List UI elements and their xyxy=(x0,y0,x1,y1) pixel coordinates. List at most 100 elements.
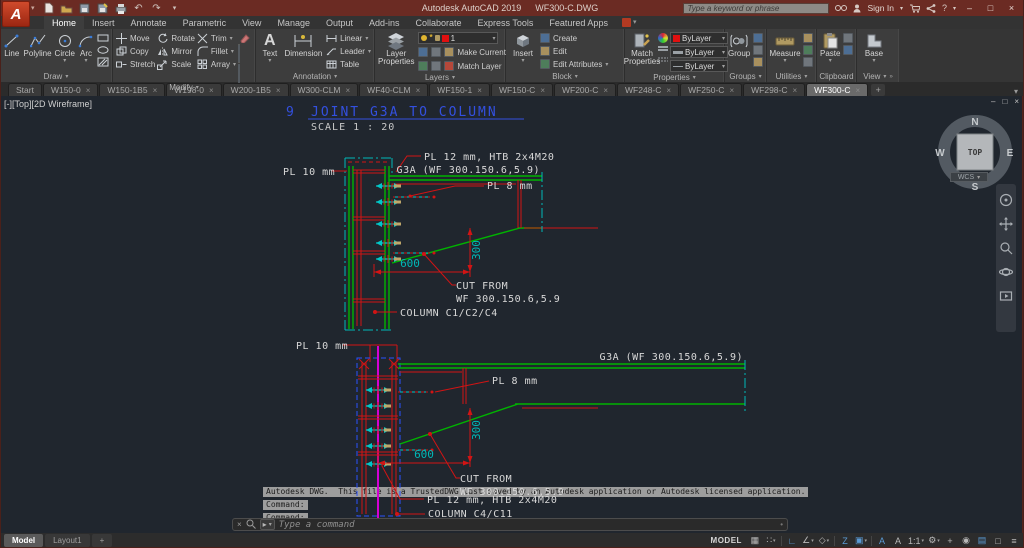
text-caret-icon[interactable]: ▾ xyxy=(268,58,271,64)
edit-block-button[interactable]: Edit xyxy=(540,45,608,57)
copy-button[interactable]: Copy xyxy=(116,45,155,57)
ribbon-tab-home[interactable]: Home xyxy=(44,16,85,29)
polar-tracking-icon[interactable]: ∠ ▾ xyxy=(802,535,814,547)
graphics-performance-icon[interactable]: ▤ xyxy=(976,535,988,547)
polyline-button[interactable]: Polyline xyxy=(24,31,52,58)
save-as-icon[interactable] xyxy=(96,2,109,14)
measure-button[interactable]: Measure ▾ xyxy=(769,31,801,65)
ribbon-tab-output[interactable]: Output xyxy=(318,16,361,29)
annotation-monitor-icon[interactable]: + xyxy=(944,535,956,547)
panel-label-view[interactable]: View ▾» xyxy=(857,71,899,82)
layer-properties-button[interactable]: Layer Properties xyxy=(378,31,414,67)
annotation-visibility-icon[interactable]: A xyxy=(876,535,888,547)
app-logo-icon[interactable]: A xyxy=(2,1,30,27)
viewcube-south[interactable]: S xyxy=(972,182,979,193)
doc-tab-w150-0[interactable]: W150-0 × xyxy=(42,83,99,96)
scale-button[interactable]: Scale xyxy=(157,58,195,70)
save-icon[interactable] xyxy=(78,2,91,14)
snap-mode-icon[interactable]: ∷ ▾ xyxy=(765,535,777,547)
ribbon-tab-view[interactable]: View xyxy=(234,16,269,29)
object-snap-tracking-icon[interactable]: Z xyxy=(839,535,851,547)
explode-icon[interactable] xyxy=(238,44,250,63)
showmotion-icon[interactable] xyxy=(999,288,1014,303)
quick-select-icon[interactable] xyxy=(803,33,813,43)
lineweight-list-icon[interactable] xyxy=(658,46,668,54)
doc-tab-start[interactable]: Start xyxy=(8,83,42,96)
group-button[interactable]: Group xyxy=(728,31,750,58)
move-button[interactable]: Move xyxy=(116,32,155,44)
viewcube-top-face[interactable]: TOP xyxy=(968,148,983,157)
customization-menu-icon[interactable]: ≡ xyxy=(1008,535,1020,547)
panel-label-utilities[interactable]: Utilities ▾ xyxy=(767,71,816,82)
new-file-icon[interactable] xyxy=(42,2,55,14)
panel-label-groups[interactable]: Groups ▾ xyxy=(725,71,766,82)
rotate-button[interactable]: Rotate xyxy=(157,32,195,44)
viewcube-east[interactable]: E xyxy=(1007,148,1014,159)
doc-tab-wf150-c[interactable]: WF150-C × xyxy=(490,83,553,96)
paste-button[interactable]: Paste ▾ xyxy=(820,31,840,65)
redo-icon[interactable]: ↷ xyxy=(150,2,163,14)
panel-label-properties[interactable]: Properties ▾ xyxy=(625,72,724,82)
model-tab[interactable]: Model xyxy=(4,534,44,547)
panel-label-draw[interactable]: Draw ▾ xyxy=(0,71,112,82)
viewcube-north[interactable]: N xyxy=(971,117,978,128)
doc-tab-w300-clm[interactable]: W300-CLM × xyxy=(289,83,359,96)
hatch-icon[interactable] xyxy=(97,57,109,67)
new-layout-button[interactable]: + xyxy=(91,534,113,547)
plot-icon[interactable] xyxy=(114,2,127,14)
point-id-icon[interactable] xyxy=(803,57,813,67)
ribbon-tab-insert[interactable]: Insert xyxy=(84,16,123,29)
panel-label-modify[interactable]: Modify ▾ xyxy=(113,83,255,92)
base-button[interactable]: Base ▾ xyxy=(860,31,888,65)
sign-in-caret-icon[interactable]: ▾ xyxy=(900,5,903,12)
app-store-icon[interactable] xyxy=(909,4,920,13)
share-icon[interactable] xyxy=(926,3,936,13)
annotation-autoscale-icon[interactable]: A xyxy=(892,535,904,547)
ellipse-icon[interactable] xyxy=(97,45,109,55)
stretch-button[interactable]: Stretch xyxy=(116,58,155,70)
ribbon-tab-collaborate[interactable]: Collaborate xyxy=(408,16,470,29)
doc-tab-wf300-c[interactable]: WF300-C × xyxy=(806,83,869,96)
text-button[interactable]: A Text ▾ xyxy=(259,31,281,65)
drawing-canvas[interactable]: [-][Top][2D Wireframe] – □ × Autodesk DW… xyxy=(0,96,1024,533)
ribbon-tab-manage[interactable]: Manage xyxy=(269,16,318,29)
arc-button[interactable]: Arc ▾ xyxy=(78,31,94,65)
table-button[interactable]: Table xyxy=(326,58,371,70)
help-caret-icon[interactable]: ▾ xyxy=(953,5,956,12)
ungroup-icon[interactable] xyxy=(753,33,764,43)
window-maximize-button[interactable]: □ xyxy=(983,2,998,14)
doc-tab-wf298-c[interactable]: WF298-C × xyxy=(743,83,806,96)
panel-label-block[interactable]: Block ▾ xyxy=(506,71,624,82)
workspace-switching-icon[interactable]: ⚙ ▾ xyxy=(928,535,940,547)
match-layer-button[interactable]: Match Layer xyxy=(418,60,505,72)
doc-tab-wf150-1[interactable]: WF150-1 × xyxy=(429,83,490,96)
edit-attributes-button[interactable]: Edit Attributes ▾ xyxy=(540,58,608,70)
qat-customize-caret-icon[interactable]: ▾ xyxy=(168,2,181,14)
ribbon-tab-featured-apps[interactable]: Featured Apps xyxy=(541,16,616,29)
isodraft-icon[interactable]: ◇ ▾ xyxy=(818,535,830,547)
panel-label-clipboard[interactable]: Clipboard xyxy=(817,71,856,82)
help-icon[interactable]: ? xyxy=(942,3,947,13)
command-prompt-icon[interactable]: ▸ ▾ xyxy=(259,519,275,530)
doc-tab-wf40-clm[interactable]: WF40-CLM × xyxy=(359,83,429,96)
viewcube-west[interactable]: W xyxy=(935,148,945,159)
object-color-select[interactable]: ByLayer ▾ xyxy=(670,32,728,44)
app-menu-caret-icon[interactable]: ▾ xyxy=(31,4,35,12)
leader-button[interactable]: Leader ▾ xyxy=(326,45,371,57)
undo-icon[interactable]: ↶ xyxy=(132,2,145,14)
ribbon-tab-annotate[interactable]: Annotate xyxy=(123,16,175,29)
window-close-button[interactable]: × xyxy=(1004,2,1019,14)
group-edit-icon[interactable] xyxy=(753,45,764,55)
circle-caret-icon[interactable]: ▾ xyxy=(63,58,66,64)
match-properties-button[interactable]: Match Properties xyxy=(624,31,660,67)
base-caret-icon[interactable]: ▾ xyxy=(872,58,875,64)
ribbon-tab-express-tools[interactable]: Express Tools xyxy=(470,16,542,29)
connect-apps-icon[interactable] xyxy=(621,18,631,27)
linetype-list-icon[interactable] xyxy=(658,57,668,63)
isolate-objects-icon[interactable]: ◉ xyxy=(960,535,972,547)
layer-select[interactable]: * 1 ▾ xyxy=(418,32,499,44)
cut-clip-icon[interactable] xyxy=(843,45,854,55)
model-space-button[interactable]: MODEL xyxy=(708,536,745,545)
ortho-mode-icon[interactable]: ∟ xyxy=(786,535,798,547)
doc-tab-wf250-c[interactable]: WF250-C × xyxy=(680,83,743,96)
